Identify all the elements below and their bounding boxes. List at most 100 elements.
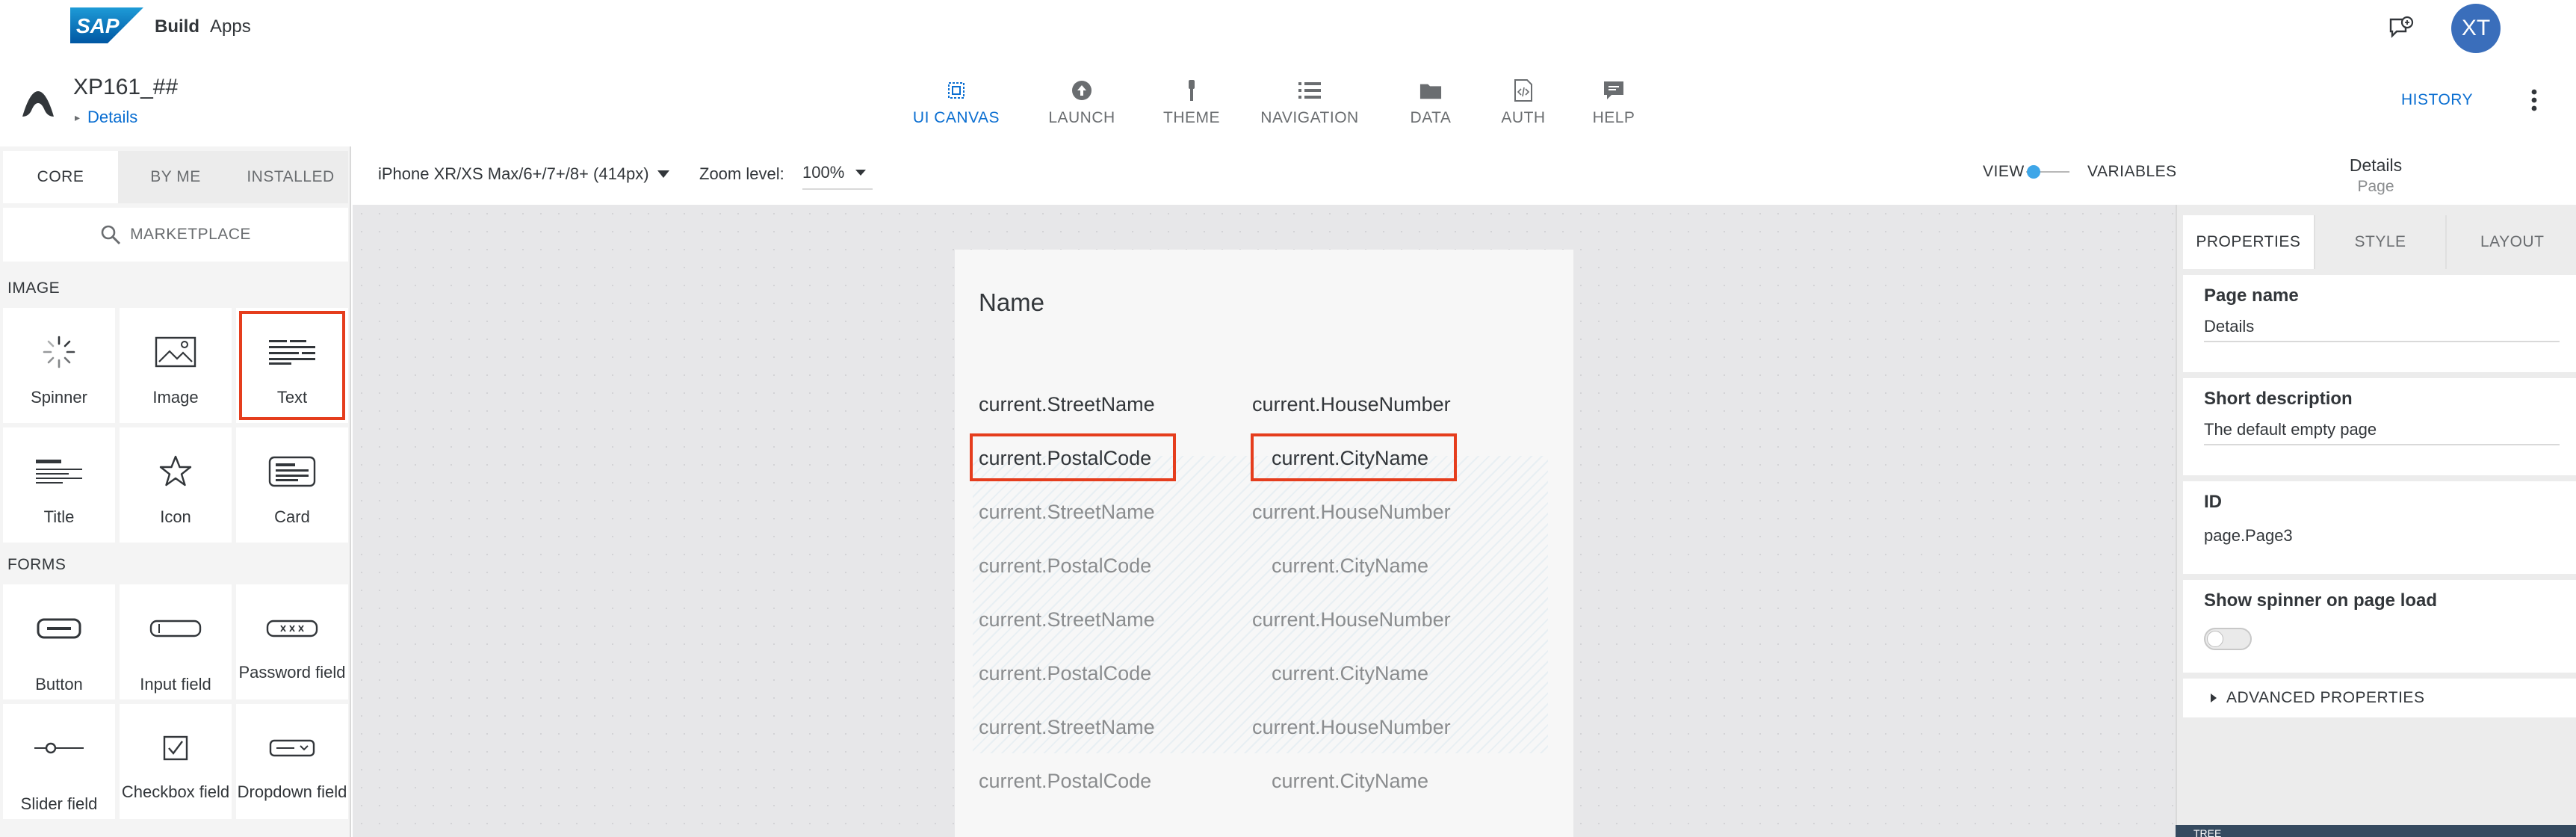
breadcrumb-page[interactable]: Details xyxy=(87,108,137,127)
spinner-card: Show spinner on page load xyxy=(2183,580,2576,673)
id-card: ID page.Page3 xyxy=(2183,481,2576,574)
data-icon xyxy=(1419,79,1442,102)
palette-item-icon[interactable]: Icon xyxy=(120,427,232,543)
palette-item-dropdown-field[interactable]: Dropdown field xyxy=(236,704,348,819)
house-number-text: current.HouseNumber xyxy=(1252,716,1451,738)
tab-style[interactable]: STYLE xyxy=(2313,215,2446,269)
tab-data[interactable]: DATA xyxy=(1384,73,1478,133)
launch-icon xyxy=(1071,79,1093,102)
palette-item-label: Dropdown field xyxy=(237,782,347,801)
id-label: ID xyxy=(2204,492,2222,512)
palette-tabs: CORE BY ME INSTALLED xyxy=(3,151,348,203)
palette-item-spinner[interactable]: Spinner xyxy=(3,308,115,423)
tab-navigation[interactable]: NAVIGATION xyxy=(1236,73,1384,133)
tab-label: DATA xyxy=(1410,109,1452,126)
help-icon xyxy=(1603,79,1625,102)
house-number-text[interactable]: current.HouseNumber xyxy=(1252,393,1451,416)
view-label: VIEW xyxy=(1983,163,2025,180)
palette-item-text[interactable]: Text xyxy=(236,308,348,423)
card-icon xyxy=(236,453,348,490)
selection-type: Page xyxy=(2357,178,2394,195)
properties-panel: PROPERTIES STYLE LAYOUT Page name Detail… xyxy=(2176,205,2576,837)
sap-logo[interactable]: SAP xyxy=(70,7,143,43)
palette-tab-installed[interactable]: INSTALLED xyxy=(233,151,348,203)
history-button[interactable]: HISTORY xyxy=(2401,91,2473,109)
caret-down-icon xyxy=(855,170,867,176)
component-palette: CORE BY ME INSTALLED MARKETPLACE IMAGE S… xyxy=(0,146,351,837)
tab-label: HELP xyxy=(1592,109,1635,126)
page-name-input[interactable]: Details xyxy=(2204,317,2254,336)
tab-auth[interactable]: AUTH xyxy=(1478,73,1569,133)
palette-item-title[interactable]: Title xyxy=(3,427,115,543)
device-selector[interactable]: iPhone XR/XS Max/6+/7+/8+ (414px) xyxy=(378,164,670,184)
palette-item-label: Password field xyxy=(238,663,346,682)
palette-item-slider-field[interactable]: Slider field xyxy=(3,704,115,819)
caret-right-icon xyxy=(2211,694,2217,702)
tab-properties[interactable]: PROPERTIES xyxy=(2183,215,2314,269)
palette-item-label: Card xyxy=(274,507,310,526)
password-field-icon xyxy=(236,610,348,647)
palette-item-label: Slider field xyxy=(20,794,98,813)
more-options-icon[interactable] xyxy=(2529,87,2539,114)
palette-item-image[interactable]: Image xyxy=(120,308,232,423)
city-name-text: current.CityName xyxy=(1272,770,1429,792)
app-header: XP161_## ▸ Details UI CANVAS LAUNCH THEM… xyxy=(0,58,2576,146)
tab-theme[interactable]: THEME xyxy=(1148,73,1236,133)
palette-tab-core[interactable]: CORE xyxy=(3,151,118,203)
marketplace-label: MARKETPLACE xyxy=(130,226,251,243)
palette-item-card[interactable]: Card xyxy=(236,427,348,543)
ui-canvas-icon xyxy=(945,79,967,102)
chevron-right-icon: ▸ xyxy=(75,111,81,123)
palette-item-checkbox-field[interactable]: Checkbox field xyxy=(120,704,232,819)
tab-help[interactable]: HELP xyxy=(1569,73,1659,133)
title-icon xyxy=(3,453,115,490)
short-description-card: Short description The default empty page xyxy=(2183,378,2576,475)
tab-ui-canvas[interactable]: UI CANVAS xyxy=(897,73,1016,133)
name-title[interactable]: Name xyxy=(979,288,1044,317)
show-spinner-label: Show spinner on page load xyxy=(2204,590,2438,611)
tab-launch[interactable]: LAUNCH xyxy=(1016,73,1148,133)
marketplace-button[interactable]: MARKETPLACE xyxy=(3,208,348,262)
tab-label: AUTH xyxy=(1501,109,1546,126)
app-logo[interactable] xyxy=(19,88,57,118)
street-name-text: current.StreetName xyxy=(979,501,1155,523)
palette-item-input-field[interactable]: Input field xyxy=(120,584,232,699)
ui-canvas[interactable]: Name current.StreetName current.HouseNum… xyxy=(353,205,2176,837)
view-variables-toggle[interactable] xyxy=(2026,163,2069,181)
text-icon xyxy=(236,333,348,371)
switch-knob xyxy=(2207,631,2223,647)
advanced-properties-toggle[interactable]: ADVANCED PROPERTIES xyxy=(2210,689,2424,707)
palette-item-button[interactable]: Button xyxy=(3,584,115,699)
street-name-text[interactable]: current.StreetName xyxy=(979,393,1155,416)
user-avatar[interactable]: XT xyxy=(2451,4,2501,53)
tree-panel-bar[interactable]: TREE xyxy=(2176,825,2576,837)
palette-item-label: Input field xyxy=(140,675,211,694)
short-description-input[interactable]: The default empty page xyxy=(2204,420,2377,439)
house-number-text: current.HouseNumber xyxy=(1252,608,1451,631)
search-icon xyxy=(101,225,121,245)
theme-icon xyxy=(1180,79,1203,102)
postal-code-text[interactable]: current.PostalCode xyxy=(979,447,1151,470)
main-tabs: UI CANVAS LAUNCH THEME NAVIGATION DATA A… xyxy=(897,73,1659,133)
palette-tab-by-me[interactable]: BY ME xyxy=(118,151,233,203)
spinner-icon xyxy=(3,333,115,371)
show-spinner-switch[interactable] xyxy=(2204,628,2252,650)
advanced-properties-card[interactable]: ADVANCED PROPERTIES xyxy=(2183,679,2576,717)
properties-tabs: PROPERTIES STYLE LAYOUT xyxy=(2183,215,2576,269)
phone-preview[interactable]: Name current.StreetName current.HouseNum… xyxy=(955,250,1573,837)
city-name-text[interactable]: current.CityName xyxy=(1272,447,1428,470)
button-icon xyxy=(3,610,115,647)
canvas-toolbar: iPhone XR/XS Max/6+/7+/8+ (414px) Zoom l… xyxy=(353,146,2176,205)
star-icon xyxy=(120,453,232,490)
device-label: iPhone XR/XS Max/6+/7+/8+ (414px) xyxy=(378,164,649,183)
feedback-icon[interactable] xyxy=(2388,15,2415,42)
tab-layout[interactable]: LAYOUT xyxy=(2445,215,2576,269)
navigation-icon xyxy=(1298,79,1321,102)
advanced-properties-label: ADVANCED PROPERTIES xyxy=(2226,689,2425,706)
palette-item-label: Image xyxy=(152,388,199,407)
postal-code-text: current.PostalCode xyxy=(979,662,1152,685)
breadcrumb[interactable]: ▸ Details xyxy=(75,108,137,127)
palette-item-password-field[interactable]: Password field xyxy=(236,584,348,699)
checkbox-icon xyxy=(120,729,232,767)
zoom-level-select[interactable]: 100% xyxy=(802,160,873,190)
